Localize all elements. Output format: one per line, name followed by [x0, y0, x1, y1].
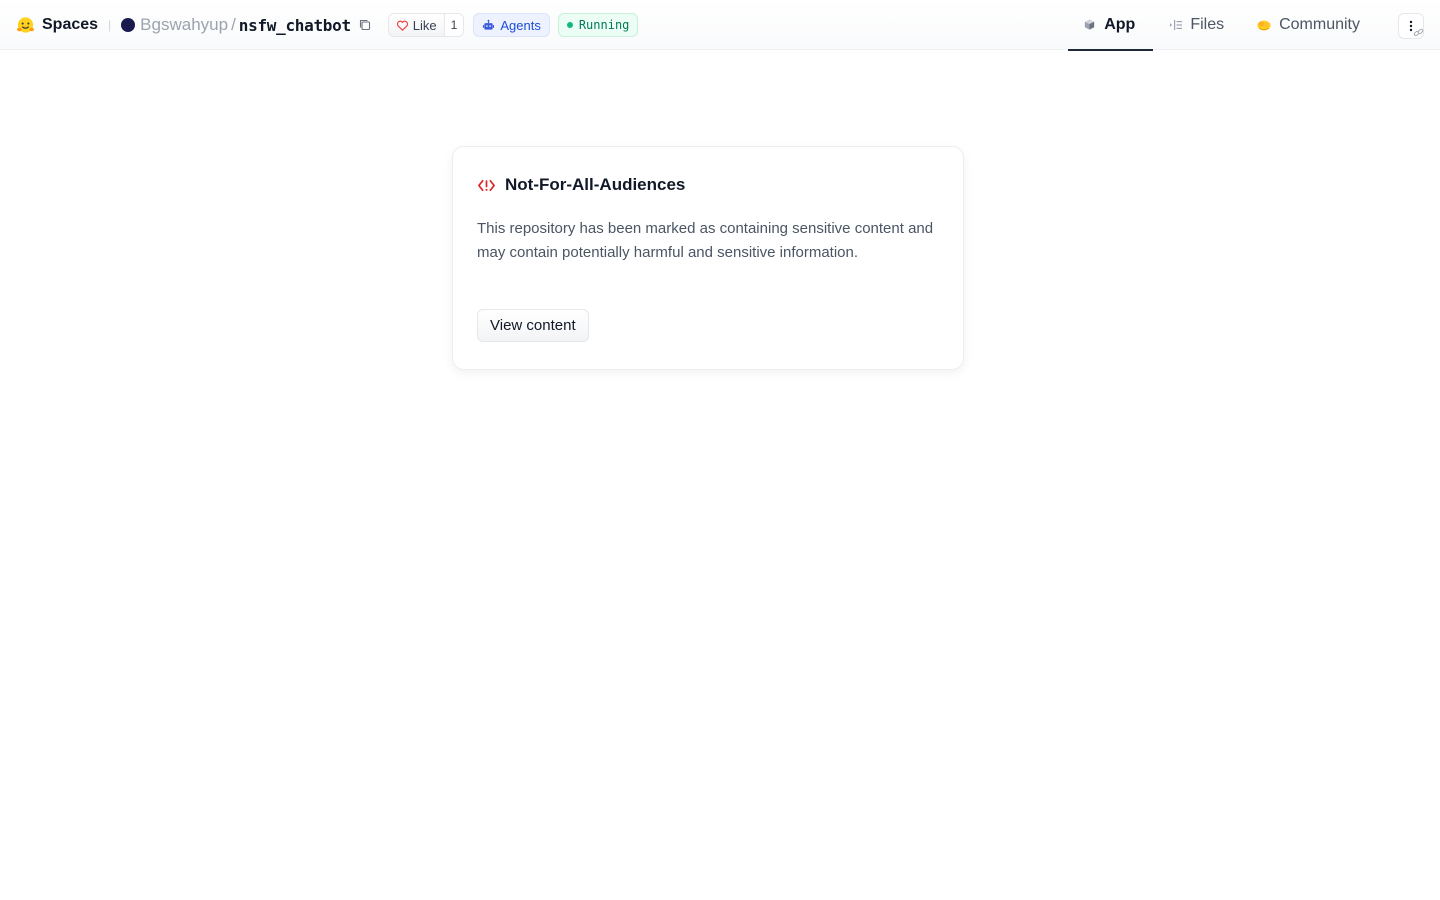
status-badge[interactable]: Running: [557, 13, 639, 37]
hugging-face-logo-icon: [16, 16, 35, 35]
agents-label: Agents: [500, 17, 541, 33]
space-tabs: App Files Community: [1068, 0, 1382, 51]
link-icon: [1413, 27, 1425, 39]
more-options-button[interactable]: [1398, 13, 1424, 39]
view-content-button[interactable]: View content: [477, 309, 589, 342]
spaces-link[interactable]: Spaces: [16, 16, 98, 35]
agents-button[interactable]: Agents: [473, 13, 550, 37]
like-button-main[interactable]: Like: [388, 14, 444, 36]
owner-name: Bgswahyup: [140, 15, 229, 34]
owner-link[interactable]: Bgswahyup: [121, 15, 228, 35]
notice-title: Not-For-All-Audiences: [505, 175, 686, 194]
path-separator: /: [231, 15, 236, 34]
spaces-label: Spaces: [42, 16, 99, 33]
community-icon: [1256, 17, 1272, 33]
tab-files[interactable]: Files: [1153, 0, 1240, 50]
tab-community-label: Community: [1279, 16, 1360, 33]
robot-icon: [482, 19, 495, 32]
tab-community[interactable]: Community: [1240, 0, 1382, 50]
like-button[interactable]: Like 1: [387, 13, 465, 37]
status-label: Running: [578, 18, 630, 32]
warning-icon: [477, 176, 496, 195]
notice-header: Not-For-All-Audiences: [477, 175, 939, 195]
files-icon: [1169, 18, 1183, 32]
tab-app-label: App: [1104, 16, 1136, 33]
repo-header: Spaces | Bgswahyup / nsfw_chatbot Like 1…: [16, 0, 639, 50]
header-divider: |: [108, 18, 112, 32]
tab-app[interactable]: App: [1068, 0, 1154, 51]
like-label: Like: [412, 17, 437, 33]
status-dot-icon: [566, 22, 573, 28]
heart-icon: [396, 19, 409, 32]
copy-icon[interactable]: [358, 18, 372, 32]
like-count[interactable]: 1: [443, 14, 464, 36]
nsfw-notice-card: Not-For-All-Audiences This repository ha…: [452, 146, 964, 370]
repo-name-link[interactable]: nsfw_chatbot: [239, 16, 351, 35]
owner-avatar: [121, 18, 136, 32]
top-navigation-bar: Spaces | Bgswahyup / nsfw_chatbot Like 1…: [0, 0, 1440, 51]
notice-body: This repository has been marked as conta…: [477, 220, 934, 261]
tab-files-label: Files: [1190, 16, 1225, 33]
cube-icon: [1083, 18, 1097, 32]
